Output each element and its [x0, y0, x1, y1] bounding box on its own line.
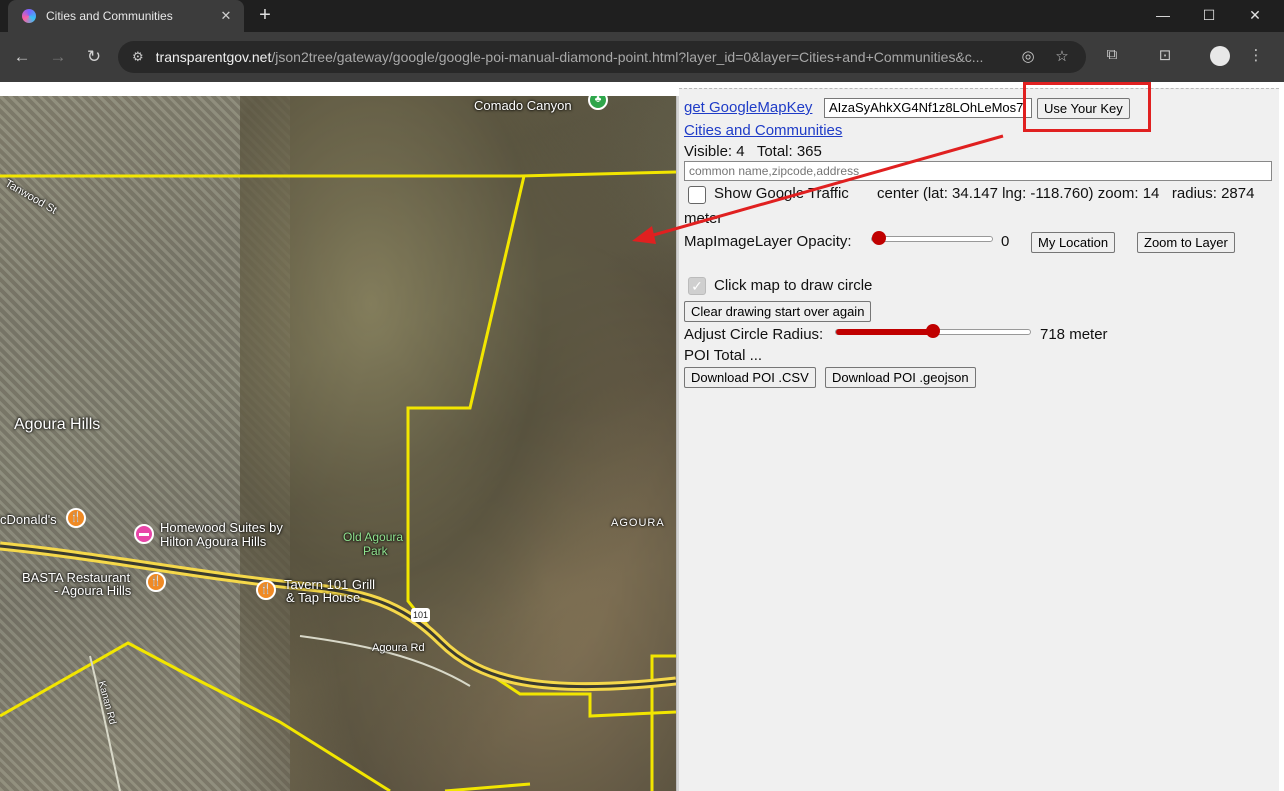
highway-shield-icon: 101: [411, 608, 431, 622]
city-boundary-line: [0, 170, 676, 178]
hotel-pin-icon[interactable]: ▬: [134, 524, 154, 544]
minimize-button[interactable]: —: [1140, 0, 1186, 30]
browser-tab-bar: Cities and Communities ✕ + — ☐ ✕: [0, 0, 1284, 32]
zoom-to-layer-button[interactable]: Zoom to Layer: [1137, 232, 1235, 253]
my-location-button[interactable]: My Location: [1031, 232, 1116, 253]
url-text[interactable]: transparentgov.net/json2tree/gateway/goo…: [156, 49, 1016, 65]
draw-circle-label: Click map to draw circle: [714, 277, 873, 294]
restaurant-pin-icon[interactable]: 🍴: [146, 572, 166, 592]
visible-total-text: Visible: 4 Total: 365: [684, 143, 822, 160]
radius-slider-thumb[interactable]: [926, 324, 940, 338]
draw-circle-checkbox[interactable]: ✓: [688, 277, 706, 295]
browser-tab[interactable]: Cities and Communities ✕: [8, 0, 244, 32]
tab-close-icon[interactable]: ✕: [216, 8, 236, 24]
map-label: - Agoura Hills: [54, 583, 132, 598]
satellite-map[interactable]: Comado Canyon ♣ Tanwood St Agoura Hills …: [0, 96, 676, 791]
download-geojson-button[interactable]: Download POI .geojson: [825, 367, 976, 388]
api-key-input[interactable]: AIzaSyAhkXG4Nf1z8LOhLeMos7: [824, 98, 1032, 118]
opacity-slider-thumb[interactable]: [872, 231, 886, 245]
city-boundary-line: [0, 641, 391, 791]
restaurant-pin-icon[interactable]: 🍴: [256, 580, 276, 600]
radius-value: 718 meter: [1040, 326, 1108, 343]
radius-slider-fill: [836, 329, 933, 335]
freeway-101: [0, 541, 676, 692]
map-label: Old Agoura: [343, 530, 404, 544]
center-info-text: center (lat: 34.147 lng: -118.760) zoom:…: [877, 185, 1255, 202]
radius-label: Adjust Circle Radius:: [684, 326, 824, 343]
map-label: Hilton Agoura Hills: [160, 534, 267, 549]
map-label: Agoura Hills: [14, 416, 101, 433]
profile-avatar[interactable]: [1210, 46, 1230, 66]
maximize-button[interactable]: ☐: [1186, 0, 1232, 30]
city-boundary-line: [650, 654, 676, 791]
site-favicon-icon: [22, 9, 36, 23]
extensions-icon[interactable]: ⧉: [1101, 46, 1123, 63]
opacity-value: 0: [1001, 233, 1010, 250]
search-input[interactable]: [684, 161, 1272, 181]
get-map-key-link[interactable]: get GoogleMapKey: [684, 99, 812, 116]
menu-dots-icon[interactable]: ⋮: [1245, 46, 1267, 64]
opacity-label: MapImageLayer Opacity:: [684, 233, 852, 250]
map-label: & Tap House: [286, 590, 361, 605]
clear-drawing-button[interactable]: Clear drawing start over again: [684, 301, 872, 322]
tab-search-icon[interactable]: ⊡: [1154, 46, 1176, 64]
opacity-slider[interactable]: [871, 231, 993, 245]
traffic-label: Show Google Traffic: [714, 185, 849, 202]
city-boundary-line: [444, 782, 531, 791]
address-bar[interactable]: ⚙ transparentgov.net/json2tree/gateway/g…: [118, 41, 1086, 73]
back-arrow-icon[interactable]: ←: [10, 45, 34, 69]
annotation-highlight-box: [1023, 82, 1151, 132]
eye-off-icon[interactable]: ◎: [1018, 47, 1038, 65]
map-label: AGOURA: [611, 517, 665, 529]
map-label: Park: [363, 544, 388, 558]
control-panel: get GoogleMapKey AIzaSyAhkXG4Nf1z8LOhLeM…: [679, 88, 1279, 791]
freeway-101-center: [0, 544, 676, 689]
forward-arrow-icon[interactable]: →: [46, 45, 70, 69]
city-boundary-line: [406, 175, 676, 718]
new-tab-button[interactable]: +: [254, 4, 276, 26]
site-info-icon[interactable]: ⚙: [132, 49, 144, 65]
reload-icon[interactable]: ↻: [82, 45, 106, 69]
map-label: Homewood Suites by: [160, 520, 283, 535]
browser-toolbar: ← → ↻ ⚙ transparentgov.net/json2tree/gat…: [0, 32, 1284, 82]
center-info-unit: meter: [684, 210, 723, 227]
radius-slider[interactable]: [835, 324, 1031, 338]
map-label: Agoura Rd: [372, 642, 425, 654]
layer-link[interactable]: Cities and Communities: [684, 122, 842, 139]
bookmark-star-icon[interactable]: ☆: [1052, 47, 1072, 65]
restaurant-pin-icon[interactable]: 🍴: [66, 508, 86, 528]
traffic-checkbox[interactable]: [688, 186, 706, 204]
poi-total-text: POI Total ...: [684, 347, 763, 364]
download-csv-button[interactable]: Download POI .CSV: [684, 367, 816, 388]
map-label: cDonald's: [0, 512, 57, 527]
map-label: Comado Canyon: [474, 98, 572, 113]
tab-title: Cities and Communities: [46, 9, 173, 23]
close-window-button[interactable]: ✕: [1232, 0, 1278, 30]
